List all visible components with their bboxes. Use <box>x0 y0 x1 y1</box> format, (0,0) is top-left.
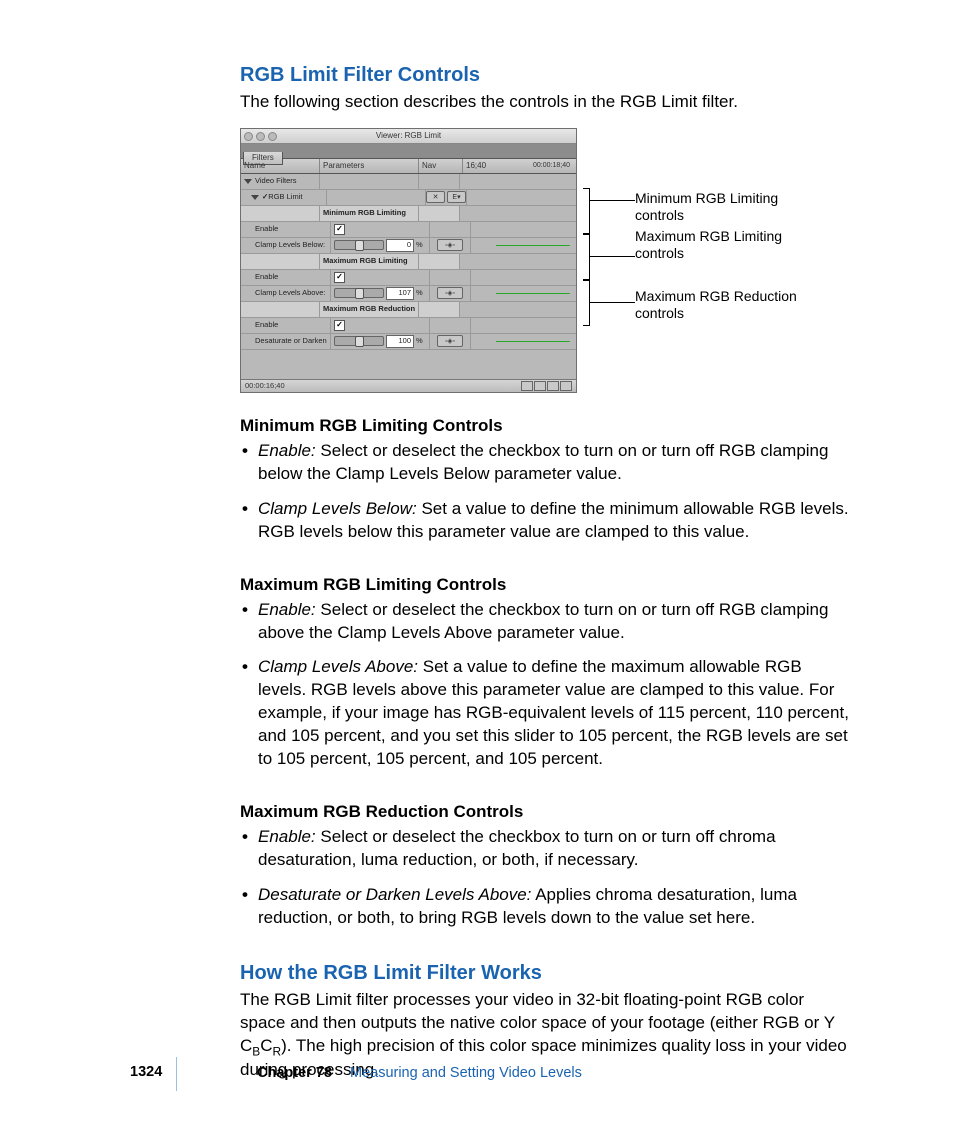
annot-red: Maximum RGB Reductioncontrols <box>635 288 797 322</box>
clamp-below-slider[interactable] <box>334 240 384 250</box>
keyframe-button[interactable]: ◦◈◦ <box>437 239 463 251</box>
desaturate-value[interactable]: 100 <box>386 335 414 347</box>
bullet-text: Select or deselect the checkbox to turn … <box>258 600 828 642</box>
status-bar: 00:00:16;40 <box>241 379 576 392</box>
row-min-enable: Enable ✓ <box>241 222 576 238</box>
scrollbar[interactable] <box>521 381 572 391</box>
text: C <box>260 1036 272 1055</box>
figure-block: Viewer: RGB Limit Filters Name Parameter… <box>240 128 854 393</box>
bullet-text: Select or deselect the checkbox to turn … <box>258 441 828 483</box>
bullet-label: Clamp Levels Above: <box>258 657 418 676</box>
row-max-section: Maximum RGB Limiting <box>241 254 576 270</box>
subhead-max: Maximum RGB Limiting Controls <box>240 574 854 597</box>
bullet-label: Clamp Levels Below: <box>258 499 417 518</box>
bullet-label: Enable: <box>258 441 316 460</box>
bullet-min-enable: Enable: Select or deselect the checkbox … <box>258 440 854 486</box>
row-clamp-below: Clamp Levels Below: 0% ◦◈◦ <box>241 238 576 254</box>
page-number: 1324 <box>130 1063 162 1083</box>
label-rgb-limit: RGB Limit <box>268 192 302 202</box>
label-max-section: Maximum RGB Limiting <box>320 254 419 269</box>
clamp-below-value[interactable]: 0 <box>386 239 414 251</box>
bullet-label: Desaturate or Darken Levels Above: <box>258 885 531 904</box>
preset-button[interactable]: E▾ <box>447 191 466 203</box>
enable-checkbox[interactable]: ✓ <box>334 320 345 331</box>
col-name: Name <box>241 159 320 173</box>
row-video-filters[interactable]: Video Filters <box>241 174 576 190</box>
disclosure-triangle-icon[interactable] <box>244 179 252 184</box>
percent-label: % <box>416 336 423 346</box>
chapter-label: Chapter 78 <box>257 1065 332 1081</box>
row-red-enable: Enable ✓ <box>241 318 576 334</box>
label-min-section: Minimum RGB Limiting <box>320 206 419 221</box>
bullet-min-clamp: Clamp Levels Below: Set a value to defin… <box>258 498 854 544</box>
enable-checkbox[interactable]: ✓ <box>334 224 345 235</box>
bullet-red-desat: Desaturate or Darken Levels Above: Appli… <box>258 884 854 930</box>
percent-label: % <box>416 288 423 298</box>
bullet-text: Select or deselect the checkbox to turn … <box>258 827 776 869</box>
reset-button[interactable]: ✕ <box>426 191 445 203</box>
ruler-left: 16;40 <box>466 161 486 170</box>
window-title: Viewer: RGB Limit <box>376 131 441 140</box>
label-clamp-above: Clamp Levels Above: <box>241 286 331 301</box>
row-red-section: Maximum RGB Reduction <box>241 302 576 318</box>
keyframe-button[interactable]: ◦◈◦ <box>437 335 463 347</box>
row-desaturate: Desaturate or Darken 100% ◦◈◦ <box>241 334 576 350</box>
col-timeline: 16;40 00:00:18;40 <box>463 159 576 173</box>
row-min-section: Minimum RGB Limiting <box>241 206 576 222</box>
bracket-icon <box>583 188 590 234</box>
label-clamp-below: Clamp Levels Below: <box>241 238 331 253</box>
percent-label: % <box>416 240 423 250</box>
bracket-icon <box>583 280 590 326</box>
annotation-column: Minimum RGB Limitingcontrols Maximum RGB… <box>577 128 854 393</box>
window-traffic-lights[interactable] <box>244 132 277 141</box>
tab-bar: Filters <box>241 144 576 159</box>
bullet-max-enable: Enable: Select or deselect the checkbox … <box>258 599 854 645</box>
row-clamp-above: Clamp Levels Above: 107% ◦◈◦ <box>241 286 576 302</box>
bullet-label: Enable: <box>258 600 316 619</box>
page-footer: 1324 Chapter 78 Measuring and Setting Vi… <box>0 1057 954 1091</box>
bullet-label: Enable: <box>258 827 316 846</box>
bullet-max-clamp: Clamp Levels Above: Set a value to defin… <box>258 656 854 771</box>
viewer-window: Viewer: RGB Limit Filters Name Parameter… <box>240 128 577 393</box>
enable-checkbox[interactable]: ✓ <box>334 272 345 283</box>
bracket-icon <box>583 234 590 280</box>
section-heading-how-works: How the RGB Limit Filter Works <box>240 960 854 987</box>
label-enable: Enable <box>241 270 331 285</box>
subhead-min: Minimum RGB Limiting Controls <box>240 415 854 438</box>
label-enable: Enable <box>241 222 331 237</box>
clamp-above-slider[interactable] <box>334 288 384 298</box>
desaturate-slider[interactable] <box>334 336 384 346</box>
row-max-enable: Enable ✓ <box>241 270 576 286</box>
subscript: R <box>273 1044 282 1058</box>
label-video-filters: Video Filters <box>255 176 297 186</box>
keyframe-track <box>496 341 570 342</box>
annot-min: Minimum RGB Limitingcontrols <box>635 190 778 224</box>
section-heading-controls: RGB Limit Filter Controls <box>240 62 854 89</box>
keyframe-button[interactable]: ◦◈◦ <box>437 287 463 299</box>
ruler-right: 00:00:18;40 <box>533 159 570 173</box>
disclosure-triangle-icon[interactable] <box>251 195 259 200</box>
label-red-section: Maximum RGB Reduction <box>320 302 419 317</box>
col-parameters: Parameters <box>320 159 419 173</box>
row-rgb-limit[interactable]: ✓ RGB Limit ✕E▾ <box>241 190 576 206</box>
intro-paragraph: The following section describes the cont… <box>240 91 854 114</box>
clamp-above-value[interactable]: 107 <box>386 287 414 299</box>
label-desaturate: Desaturate or Darken <box>241 334 331 349</box>
keyframe-track <box>496 293 570 294</box>
status-timecode: 00:00:16;40 <box>245 381 285 391</box>
label-enable: Enable <box>241 318 331 333</box>
bullet-red-enable: Enable: Select or deselect the checkbox … <box>258 826 854 872</box>
window-titlebar: Viewer: RGB Limit <box>241 129 576 144</box>
col-nav: Nav <box>419 159 463 173</box>
subhead-red: Maximum RGB Reduction Controls <box>240 801 854 824</box>
keyframe-track <box>496 245 570 246</box>
column-header-row: Name Parameters Nav 16;40 00:00:18;40 <box>241 159 576 174</box>
annot-max: Maximum RGB Limitingcontrols <box>635 228 782 262</box>
chapter-title: Measuring and Setting Video Levels <box>350 1065 582 1081</box>
